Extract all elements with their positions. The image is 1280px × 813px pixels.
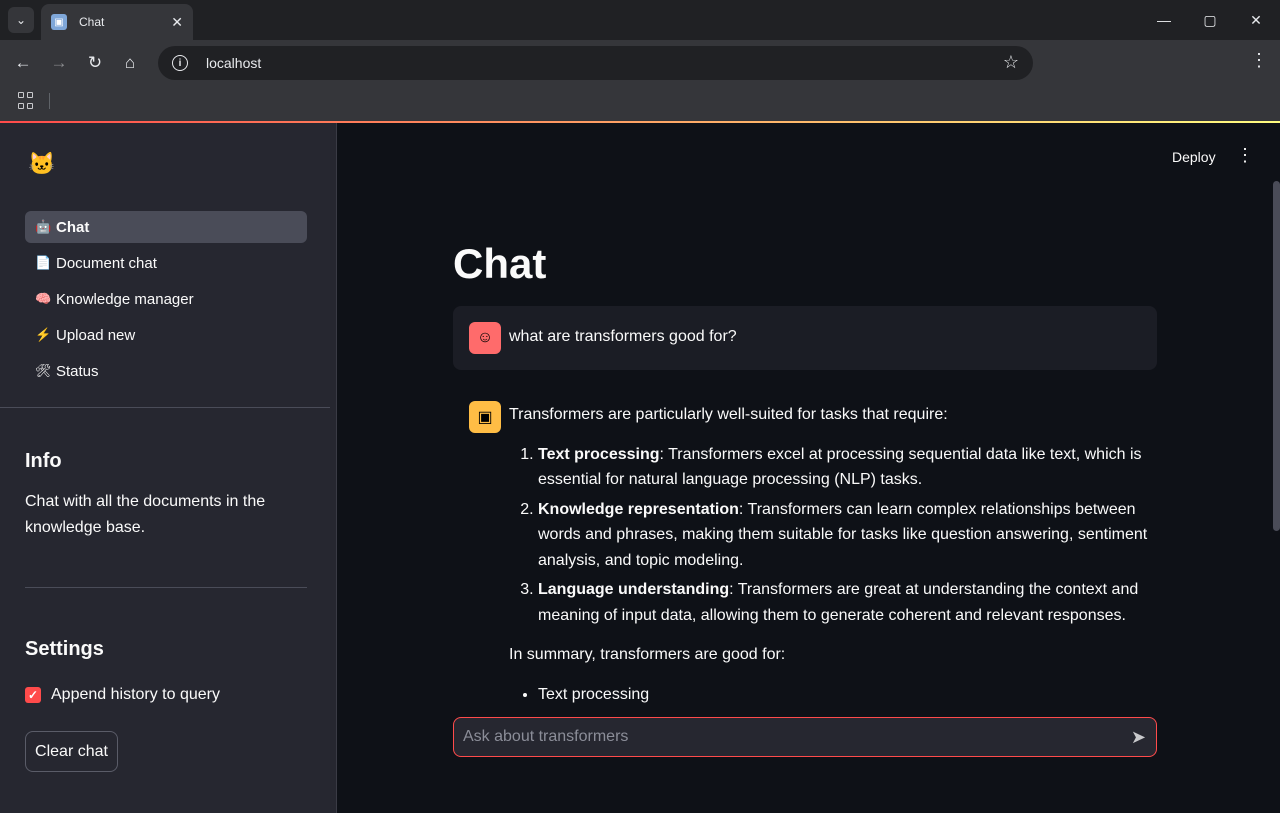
robot-favicon-icon: ▣: [51, 14, 67, 30]
document-icon: 📄: [35, 255, 52, 270]
sidebar-item-upload-new[interactable]: ⚡ Upload new: [25, 319, 307, 351]
list-item: Language understanding: Transformers are…: [538, 577, 1157, 628]
tools-icon: 🛠: [35, 363, 52, 378]
close-window-icon[interactable]: ✕: [1233, 0, 1279, 40]
site-info-icon[interactable]: i: [172, 55, 188, 71]
browser-menu-icon[interactable]: ⋮: [1250, 50, 1268, 71]
brain-icon: 🧠: [35, 291, 52, 306]
sidebar-item-label: Chat: [56, 218, 90, 236]
bookmarks-bar: [0, 86, 1280, 121]
assistant-message: ▣ Transformers are particularly well-sui…: [453, 385, 1157, 715]
page-title: Chat: [453, 240, 547, 287]
sidebar-item-label: Knowledge manager: [56, 290, 194, 308]
send-icon[interactable]: ➤: [1131, 727, 1146, 748]
back-arrow-icon[interactable]: ←: [8, 48, 38, 78]
sidebar-item-document-chat[interactable]: 📄 Document chat: [25, 247, 307, 279]
append-history-checkbox-row[interactable]: ✓ Append history to query: [25, 686, 220, 704]
browser-tab[interactable]: ▣ Chat ✕: [41, 4, 193, 40]
lightning-icon: ⚡: [35, 327, 52, 342]
assistant-message-body: Transformers are particularly well-suite…: [509, 402, 1157, 707]
bookmarks-separator: [49, 93, 50, 109]
bookmark-star-icon[interactable]: ☆: [1003, 52, 1019, 73]
browser-toolbar: ← → ↻ ⌂ i localhost ☆ ⋮: [0, 40, 1280, 86]
chat-input[interactable]: Ask about transformers ➤: [453, 717, 1157, 757]
browser-titlebar: ⌄ ▣ Chat ✕ — ▢ ✕: [0, 0, 1280, 40]
home-icon[interactable]: ⌂: [115, 48, 145, 78]
forward-arrow-icon[interactable]: →: [44, 48, 74, 78]
robot-icon: 🤖: [35, 219, 52, 234]
apps-grid-icon[interactable]: [18, 92, 36, 110]
sidebar-item-chat[interactable]: 🤖 Chat: [25, 211, 307, 243]
bot-points-list: Text processing: Transformers excel at p…: [538, 442, 1157, 629]
main-content: Deploy ⋮ Chat ☺ what are transformers go…: [338, 123, 1280, 813]
chat-input-placeholder: Ask about transformers: [463, 728, 629, 745]
bot-avatar-icon: ▣: [469, 401, 501, 433]
address-bar[interactable]: i localhost ☆: [158, 46, 1033, 80]
tab-title: Chat: [79, 15, 105, 29]
maximize-icon[interactable]: ▢: [1187, 0, 1233, 40]
bot-summary: In summary, transformers are good for:: [509, 646, 786, 663]
reload-icon[interactable]: ↻: [80, 48, 110, 78]
app-logo-icon: 🐱: [28, 151, 56, 176]
sidebar-item-label: Document chat: [56, 254, 157, 272]
sidebar-item-knowledge-manager[interactable]: 🧠 Knowledge manager: [25, 283, 307, 315]
user-message: ☺ what are transformers good for?: [453, 306, 1157, 370]
url-text: localhost: [206, 55, 262, 71]
list-item: Text processing: Transformers excel at p…: [538, 442, 1157, 493]
scrollbar[interactable]: [1273, 181, 1280, 531]
user-message-text: what are transformers good for?: [509, 328, 737, 345]
sidebar-divider: [25, 587, 307, 588]
sidebar-item-label: Upload new: [56, 326, 136, 344]
sidebar-item-label: Status: [56, 362, 99, 380]
info-text: Chat with all the documents in the knowl…: [25, 493, 266, 536]
info-heading: Info: [25, 450, 62, 472]
bot-bullets-list: Text processing: [538, 682, 1157, 708]
sidebar: 🐱 🤖 Chat 📄 Document chat 🧠 Knowledge man…: [0, 123, 337, 813]
deploy-button[interactable]: Deploy: [1172, 149, 1216, 165]
tab-close-icon[interactable]: ✕: [171, 14, 183, 31]
sidebar-divider: [0, 407, 330, 408]
settings-heading: Settings: [25, 638, 104, 660]
clear-chat-button[interactable]: Clear chat: [25, 731, 118, 772]
minimize-icon[interactable]: —: [1141, 0, 1187, 40]
user-avatar-icon: ☺: [469, 322, 501, 354]
append-history-label: Append history to query: [51, 686, 220, 703]
tab-search-chevron-icon[interactable]: ⌄: [8, 7, 34, 33]
list-item: Knowledge representation: Transformers c…: [538, 497, 1157, 574]
bot-intro: Transformers are particularly well-suite…: [509, 406, 948, 423]
app-menu-icon[interactable]: ⋮: [1236, 145, 1254, 166]
sidebar-item-status[interactable]: 🛠 Status: [25, 355, 307, 387]
checkbox-checked-icon[interactable]: ✓: [25, 687, 41, 703]
list-item: Text processing: [538, 682, 1157, 708]
